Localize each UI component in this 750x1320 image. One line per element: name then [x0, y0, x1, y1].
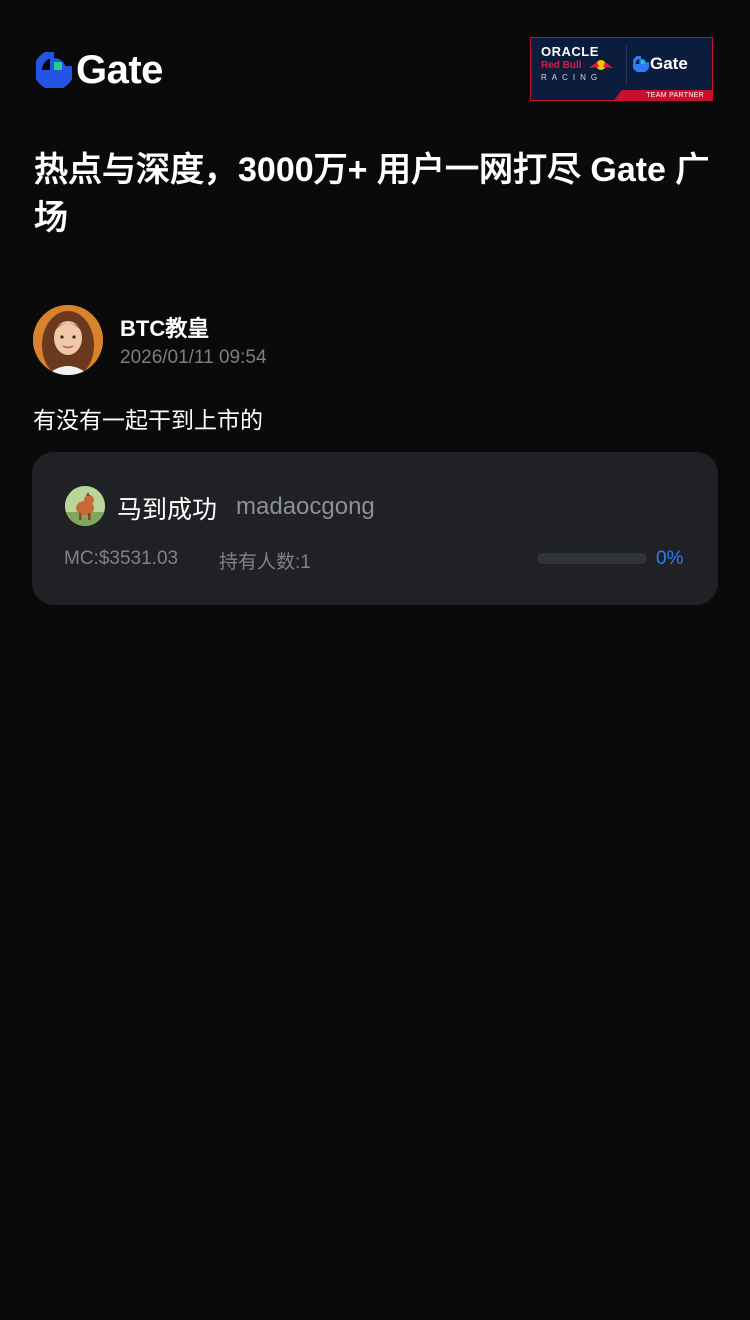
post-text: 有没有一起干到上市的 — [33, 407, 263, 433]
post-timestamp: 2026/01/11 09:54 — [120, 347, 267, 368]
oracle-text: ORACLE — [541, 44, 599, 59]
racing-text: RACING — [541, 73, 603, 82]
badge-footer: TEAM PARTNER — [531, 90, 712, 100]
badge-gate-text: Gate — [650, 54, 688, 73]
market-cap: MC:$3531.03 — [64, 548, 179, 569]
header: Gate ORACLE Red Bull RACING Gate TEAM PA… — [0, 0, 750, 110]
bull-icon — [589, 60, 613, 70]
token-ticker: madaocgong — [236, 493, 375, 520]
team-partner-text: TEAM PARTNER — [646, 92, 704, 99]
partner-badge[interactable]: ORACLE Red Bull RACING Gate TEAM PARTNER — [530, 37, 713, 101]
page: Gate ORACLE Red Bull RACING Gate TEAM PA… — [0, 0, 750, 1320]
badge-gate-logo: Gate — [633, 52, 688, 76]
author-name[interactable]: BTC教皇 — [120, 311, 209, 343]
token-avatar — [65, 486, 105, 526]
page-headline: 热点与深度，3000万+ 用户一网打尽 Gate 广场 — [34, 151, 710, 237]
redbull-text: Red Bull — [541, 60, 582, 71]
avatar-image — [33, 305, 103, 375]
badge-divider — [626, 46, 627, 84]
gate-logo-icon — [36, 52, 72, 88]
token-card[interactable]: 马到成功 madaocgong MC:$3531.03 持有人数:1 0% — [32, 452, 718, 605]
bonding-progress-bar — [537, 553, 647, 564]
gate-logo-icon — [633, 56, 649, 72]
token-name: 马到成功 — [117, 496, 218, 524]
logo-text: Gate — [76, 48, 163, 92]
redbull-racing-logo: ORACLE Red Bull RACING — [531, 38, 625, 92]
holder-count: 持有人数:1 — [219, 552, 311, 573]
user-avatar[interactable] — [33, 305, 103, 375]
progress-percent: 0% — [656, 548, 684, 569]
token-avatar-image — [65, 486, 105, 526]
gate-logo[interactable]: Gate — [36, 48, 163, 92]
